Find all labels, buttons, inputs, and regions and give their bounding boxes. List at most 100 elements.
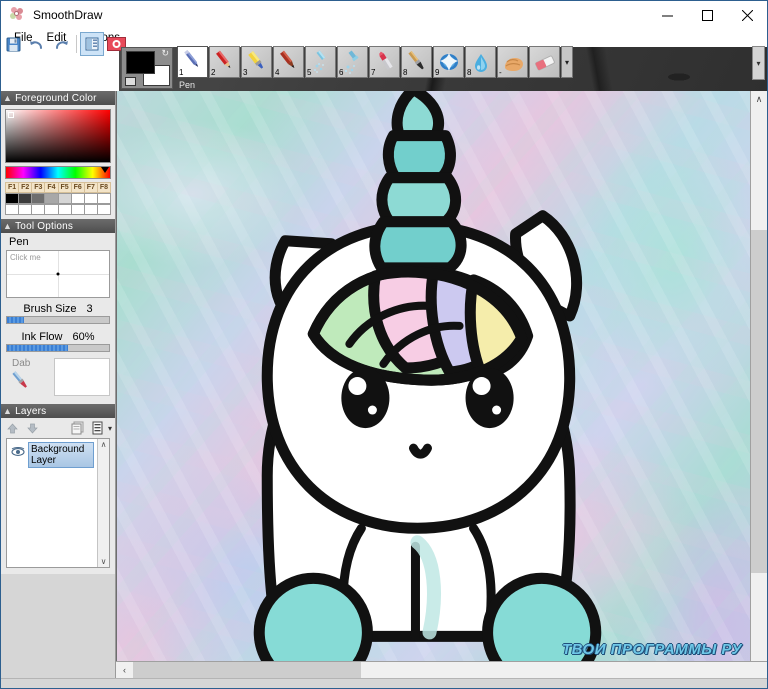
layer-menu-caret[interactable]: ▾: [108, 424, 112, 433]
preset-label-f1: F1: [5, 182, 19, 193]
tool-smudge[interactable]: 9: [433, 46, 464, 78]
smoothdraw-window: SmoothDraw File Edit Options: [0, 0, 768, 689]
panel-header-layers[interactable]: ▲ Layers: [1, 404, 115, 418]
preset-swatch-row1-2[interactable]: [18, 193, 32, 204]
title-bar: SmoothDraw: [1, 1, 767, 29]
tool-number: -: [499, 68, 502, 77]
tool-water[interactable]: 8: [465, 46, 496, 78]
canvas-vertical-scrollbar[interactable]: ∧: [750, 91, 767, 661]
redo-button[interactable]: [49, 32, 73, 56]
preset-swatch-row2-1[interactable]: [5, 204, 19, 215]
panel-header-tool-options[interactable]: ▲ Tool Options: [1, 219, 115, 233]
minimize-button[interactable]: [647, 1, 687, 29]
preset-swatch-row2-8[interactable]: [96, 204, 111, 215]
canvas-area: ТВОИ ПРОГРАММЫ РУ ∧ ‹: [116, 91, 767, 678]
toolbar-separator: [76, 35, 77, 53]
layers-scrollbar[interactable]: ∧ ∨: [97, 439, 109, 567]
selected-tool-label: Pen: [179, 80, 196, 90]
tool-crayon[interactable]: 4: [273, 46, 304, 78]
arrow-up-icon[interactable]: [4, 420, 20, 436]
ink-flow-slider[interactable]: [6, 344, 110, 352]
scroll-up-arrow[interactable]: ∧: [751, 91, 767, 108]
toolbar: ↻ 1 2 3 4 5 6 7 8 9 8 - ▾ Pen ▾: [1, 29, 767, 91]
chevron-up-icon[interactable]: ▲: [3, 406, 12, 416]
panel-foreground-color: F1 F2 F3 F4 F5 F6 F7 F8: [1, 105, 115, 219]
swap-colors-icon[interactable]: ↻: [161, 49, 169, 58]
tool-eraser[interactable]: [529, 46, 560, 78]
dab-section: Dab: [1, 354, 115, 404]
vertical-scroll-thumb[interactable]: [751, 229, 767, 573]
ink-flow-value: 60%: [72, 331, 95, 343]
preset-swatch-row2-2[interactable]: [18, 204, 32, 215]
sv-cursor: [8, 112, 14, 118]
layer-name[interactable]: Background Layer: [28, 442, 94, 468]
layer-menu-icon[interactable]: [90, 420, 106, 436]
color-swatch-widget[interactable]: ↻: [121, 47, 173, 89]
maximize-button[interactable]: [687, 1, 727, 29]
tool-brush[interactable]: 8: [401, 46, 432, 78]
reset-colors-icon[interactable]: [125, 77, 136, 86]
quick-toolbar: [1, 31, 128, 57]
tool-marker[interactable]: 3: [241, 46, 272, 78]
brush-size-slider[interactable]: [6, 316, 110, 324]
tool-finger[interactable]: -: [497, 46, 528, 78]
scroll-down-icon[interactable]: ∨: [101, 557, 107, 566]
hue-slider[interactable]: [5, 166, 111, 179]
tool-airbrush[interactable]: 5: [305, 46, 336, 78]
scroll-left-arrow[interactable]: ‹: [116, 662, 133, 678]
save-button[interactable]: [1, 32, 25, 56]
saturation-value-picker[interactable]: [5, 109, 111, 163]
dab-test-canvas[interactable]: Click me: [6, 250, 110, 298]
scroll-up-icon[interactable]: ∧: [101, 440, 107, 449]
preset-swatch-row2-3[interactable]: [31, 204, 45, 215]
tool-more-button[interactable]: ▾: [561, 46, 573, 78]
preset-swatch-row1-5[interactable]: [57, 193, 71, 204]
preset-swatch-row2-4[interactable]: [44, 204, 58, 215]
brush-size-label: Brush Size: [23, 303, 77, 315]
tool-pen[interactable]: 1: [177, 46, 208, 78]
preset-label-f2: F2: [18, 182, 32, 193]
brush-dab-icon[interactable]: [6, 369, 48, 398]
panels-toggle-button[interactable]: [80, 32, 104, 56]
canvas-viewport[interactable]: ТВОИ ПРОГРАММЫ РУ: [116, 91, 750, 661]
tool-spray[interactable]: 6: [337, 46, 368, 78]
undo-button[interactable]: [25, 32, 49, 56]
preset-swatch-row2-5[interactable]: [57, 204, 71, 215]
preset-swatch-row1-7[interactable]: [83, 193, 97, 204]
vertical-scroll-track[interactable]: [751, 108, 767, 661]
preset-swatch-row1-4[interactable]: [44, 193, 58, 204]
preset-swatch-row1-6[interactable]: [70, 193, 84, 204]
tool-pencil[interactable]: 2: [209, 46, 240, 78]
horizontal-scroll-track[interactable]: [133, 662, 767, 678]
preset-swatch-row2-6[interactable]: [70, 204, 84, 215]
tool-lipstick[interactable]: 7: [369, 46, 400, 78]
preset-swatch-row2-7[interactable]: [83, 204, 97, 215]
list-item[interactable]: Background Layer: [9, 441, 95, 469]
layer-properties-icon[interactable]: [70, 420, 86, 436]
watermark: ТВОИ ПРОГРАММЫ РУ: [561, 641, 742, 658]
layer-toolbar: ▾: [1, 418, 115, 438]
tool-number: 5: [307, 68, 312, 77]
layers-list[interactable]: Background Layer ∧ ∨: [6, 438, 110, 568]
horizontal-scroll-thumb[interactable]: [133, 662, 362, 678]
tool-number: 3: [243, 68, 248, 77]
dab-preview: [54, 358, 110, 396]
preset-label-f3: F3: [31, 182, 45, 193]
preset-swatch-row1-3[interactable]: [31, 193, 45, 204]
chevron-up-icon[interactable]: ▲: [3, 221, 12, 231]
foreground-color-swatch[interactable]: [126, 51, 155, 74]
unicorn-drawing: [253, 91, 602, 661]
canvas-horizontal-scrollbar[interactable]: ‹: [116, 661, 767, 678]
eye-icon[interactable]: [10, 442, 26, 462]
arrow-down-icon[interactable]: [24, 420, 40, 436]
flower-icon: [10, 7, 26, 23]
preset-label-f5: F5: [57, 182, 71, 193]
dab-canvas-hint: Click me: [10, 253, 41, 262]
toolbar-scroll-button[interactable]: ▾: [752, 46, 765, 80]
preset-swatch-row1-8[interactable]: [96, 193, 111, 204]
panel-header-foreground-color[interactable]: ▲ Foreground Color: [1, 91, 115, 105]
preset-swatch-row1-1[interactable]: [5, 193, 19, 204]
close-button[interactable]: [727, 1, 767, 29]
chevron-up-icon[interactable]: ▲: [3, 93, 12, 103]
ink-flow-row: Ink Flow 60%: [1, 326, 115, 344]
